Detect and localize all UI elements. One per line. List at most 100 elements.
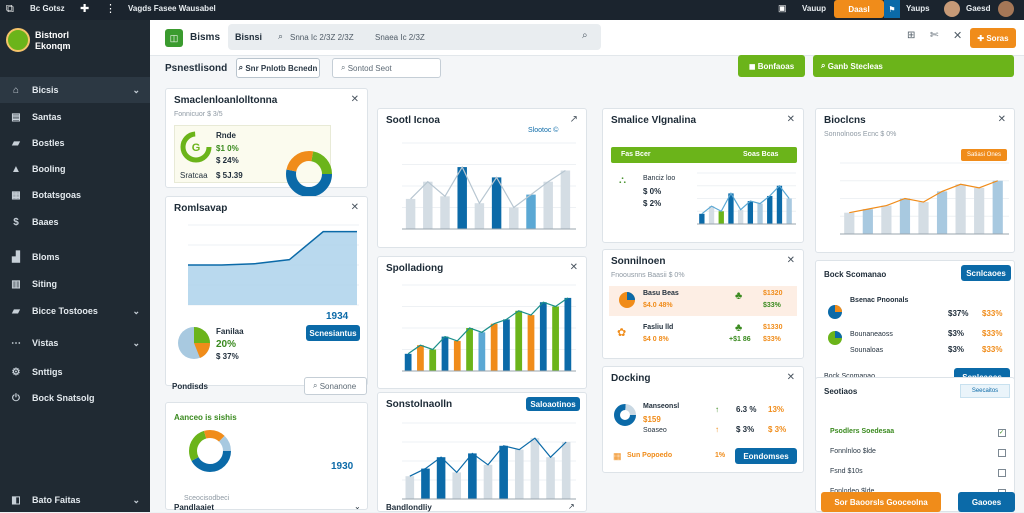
card-subtitle: Fonnicuor $ 3/5 (174, 111, 223, 118)
sidebar-item-botatsgoas[interactable]: ▦ Botatsgoas (0, 182, 150, 208)
top-menu[interactable]: Vagds Fasee Wausabel (128, 4, 216, 13)
sidebar-item-bock-snatsolg[interactable]: ⏻ Bock Snatsolg (0, 385, 150, 411)
sidebar-item-snttigs[interactable]: ⚙ Snttigs (0, 359, 150, 385)
close-icon[interactable]: ✕ (570, 262, 578, 273)
row-2-value-2: $1330 (763, 324, 783, 331)
close-icon[interactable]: ✕ (351, 94, 359, 105)
sidebar-item-vistas[interactable]: ⋯ Vistas ⌄ (0, 330, 150, 356)
sidebar-item-label: Bock Snatsolg (32, 393, 95, 403)
section-search[interactable]: ⌕ Sonanone (304, 377, 367, 395)
dock-footer-pct: 1% (715, 452, 726, 459)
close-icon[interactable]: ✕ (953, 29, 962, 42)
donut-icon (614, 404, 636, 426)
add-icon[interactable]: ✚ (80, 2, 89, 15)
dock-footer: Sun Popoedo (627, 452, 673, 459)
close-icon[interactable]: ✕ (351, 202, 359, 213)
trend-chart (840, 162, 1009, 235)
search2-input[interactable]: ⌕ Sontod Seot (332, 58, 441, 78)
progress-ring-icon: G (180, 131, 212, 163)
chart-bar (515, 310, 523, 371)
sidebar: Bistnorl Ekonqm ⌂ Bicsis ⌄ ▤ Santas ▰ Bostles ▲… (0, 20, 150, 512)
close-icon[interactable]: ✕ (998, 114, 1006, 125)
area-action-button[interactable]: Scnesiantus (306, 325, 360, 341)
menu-icon[interactable]: ⋮ (105, 2, 116, 15)
checklist-checkbox[interactable] (998, 469, 1006, 477)
sub-label: Banciz loo (643, 175, 676, 182)
green-button-1[interactable]: ◼ Bonfaoas (738, 55, 805, 77)
close-icon[interactable]: ✕ (787, 255, 795, 266)
blue-action-button[interactable]: Gaooes (958, 492, 1015, 512)
card-link[interactable]: Slootoc © (528, 127, 558, 134)
sidebar-item-label: Bicce Tostooes (32, 306, 98, 316)
chart-bar (452, 472, 462, 499)
folder-icon: ▰ (12, 137, 20, 149)
row-1-value-2: $1320 (763, 290, 783, 297)
card-docking: Docking ✕ Manseonsl $159 Soaseo ↑ 6.3 % … (602, 366, 804, 473)
home-icon: ⌂ (12, 84, 20, 96)
expand-icon[interactable]: ↗ (570, 114, 578, 125)
chart-bar (421, 468, 430, 499)
card-title: Docking (611, 373, 651, 384)
top-bar: ⧉ Bc Gotsz ✚ ⋮ Vagds Fasee Wausabel ▣ Va… (0, 0, 1024, 20)
header-action-button[interactable]: ✚ Soras (970, 28, 1016, 48)
bar-line-chart (402, 284, 576, 372)
top-link-3[interactable]: Gaesd (966, 4, 990, 13)
tab-label[interactable]: Bisms (190, 32, 220, 43)
chart-bar (699, 213, 705, 224)
expand-icon[interactable]: ↗ (568, 502, 575, 511)
chart-bar (436, 457, 446, 499)
checklist-checkbox[interactable]: ✓ (998, 429, 1006, 437)
orange-action-button[interactable]: Sor Baoorsls Gooceolna (821, 492, 941, 512)
sidebar-footer[interactable]: ◧ Bato Faitas ⌄ (0, 487, 150, 513)
chart-bar (546, 457, 555, 499)
sidebar-item-bostles[interactable]: ▰ Bostles (0, 130, 150, 156)
sidebar-item-label: Siting (32, 279, 57, 289)
bar-line-chart (402, 422, 576, 500)
sidebar-item-baaes[interactable]: $ Baaes (0, 209, 150, 235)
avatar-2[interactable] (998, 1, 1014, 17)
window-icon[interactable]: ⊞ (907, 30, 915, 41)
sidebar-item-label: Botatsgoas (32, 190, 82, 200)
sidebar-item-santas[interactable]: ▤ Santas (0, 104, 150, 130)
grid-icon[interactable]: ▣ (778, 3, 787, 14)
chart3-button[interactable]: Saloaotinos (526, 397, 580, 411)
pin-icon[interactable]: ✄ (930, 30, 938, 41)
sidebar-item-booling[interactable]: ▲ Booling (0, 156, 150, 182)
chart-bar (468, 453, 477, 499)
sidebar-item-bicce-tostooes[interactable]: ▰ Bicce Tostooes ⌄ (0, 298, 150, 324)
search-submit-icon[interactable]: ⌕ (582, 30, 588, 41)
card-subtitle: Fnoousnns Baasii $ 0% (611, 272, 685, 279)
brand-line-2: Ekonqm (35, 41, 71, 51)
pie-icon (828, 305, 842, 319)
close-icon[interactable]: ✕ (787, 372, 795, 383)
svg-text:G: G (192, 142, 201, 154)
chevron-down-icon[interactable]: ⌄ (354, 502, 361, 511)
sidebar-item-bloms[interactable]: ▟ Bloms (0, 244, 150, 270)
checklist-checkbox[interactable] (998, 449, 1006, 457)
chart-bar (483, 464, 493, 499)
stocks-button[interactable]: Scnlcaoes (961, 265, 1011, 281)
filter-button[interactable]: ⌕ Snr Pnlotb Bcnedn (236, 58, 320, 78)
close-icon[interactable]: ✕ (787, 114, 795, 125)
orange-top-button[interactable]: Daasl (834, 0, 884, 18)
card-title: Sonstolnaolln (386, 399, 453, 410)
sidebar-item-siting[interactable]: ▥ Siting (0, 271, 150, 297)
info-icon[interactable]: ⚑ (884, 0, 900, 18)
donut-chart (286, 151, 332, 197)
top-link-1[interactable]: Vauup (802, 4, 826, 13)
tab-2[interactable]: Bisnsi (235, 32, 262, 42)
green-button-2[interactable]: ⌕ Ganb Stecleas (813, 55, 1014, 77)
dock-value-2: $ 3% (736, 425, 755, 434)
chart-bar (530, 438, 540, 499)
kpi-value-2: $ 24% (216, 156, 239, 165)
search-input[interactable]: Snna Ic 2/3Z 2/3Z (290, 33, 354, 42)
sidebar-item-bicsis[interactable]: ⌂ Bicsis ⌄ (0, 77, 150, 103)
chart-bar (539, 302, 547, 371)
kpi-label: Rnde (216, 131, 236, 140)
dock-button[interactable]: Eondomses (735, 448, 797, 464)
top-link-2[interactable]: Yaups (906, 4, 930, 13)
chart-bar (404, 353, 412, 371)
chart-bar (490, 323, 498, 371)
card-list: Sonnilnoen ✕ Fnoousnns Baasii $ 0% Basu … (602, 249, 804, 359)
avatar[interactable] (944, 1, 960, 17)
